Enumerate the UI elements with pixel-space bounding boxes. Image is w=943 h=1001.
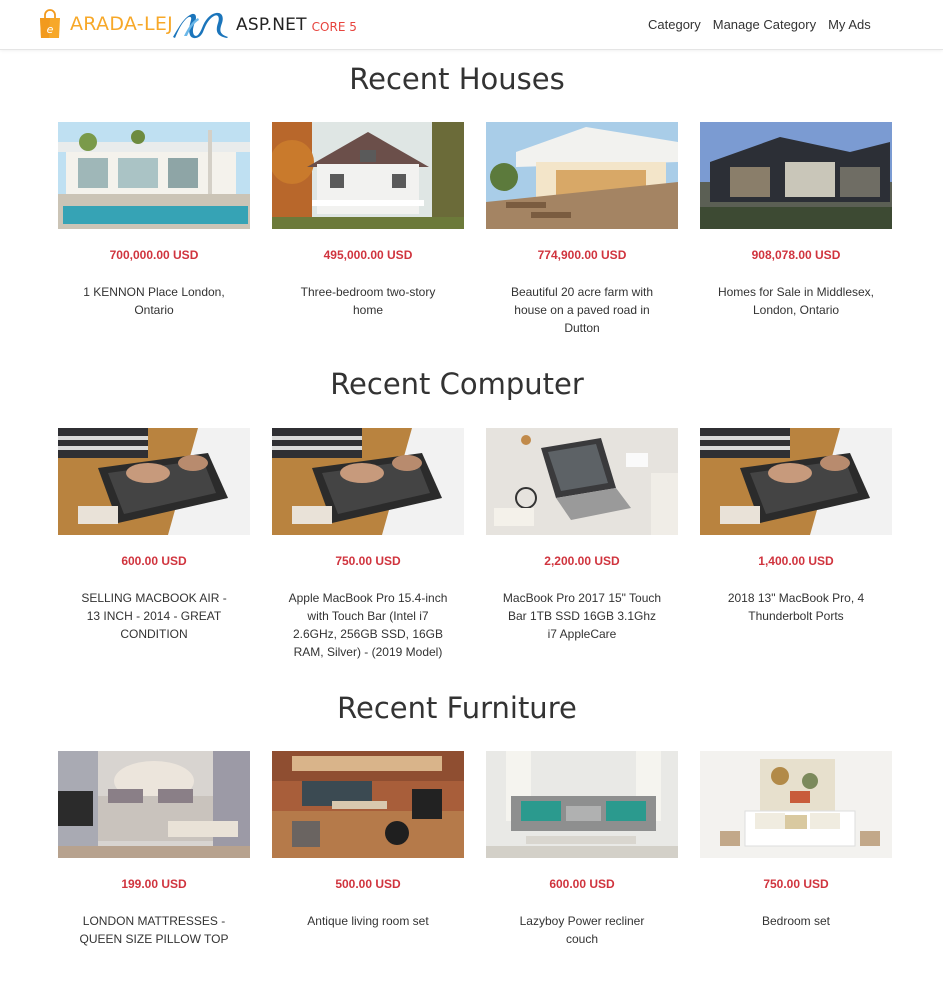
product-image xyxy=(700,122,892,229)
product-price: 199.00 USD xyxy=(121,877,187,891)
product-image xyxy=(58,122,250,229)
aspnet-label: ASP.NET xyxy=(236,15,307,35)
shopping-bag-icon: e xyxy=(40,9,60,38)
furniture-card-row: 199.00 USD LONDON MATTRESSES - QUEEN SIZ… xyxy=(58,751,898,1001)
product-title[interactable]: Antique living room set xyxy=(288,912,448,930)
main-nav: Category Manage Category My Ads xyxy=(648,17,883,32)
product-title[interactable]: Bedroom set xyxy=(716,912,876,930)
product-title[interactable]: 1 KENNON Place London, Ontario xyxy=(74,283,234,319)
product-title[interactable]: Apple MacBook Pro 15.4-inch with Touch B… xyxy=(288,589,448,661)
product-title[interactable]: 2018 13" MacBook Pro, 4 Thunderbolt Port… xyxy=(716,589,876,625)
product-card[interactable]: 2,200.00 USD MacBook Pro 2017 15" Touch … xyxy=(486,428,678,643)
product-card[interactable]: 600.00 USD Lazyboy Power recliner couch xyxy=(486,751,678,948)
product-price: 908,078.00 USD xyxy=(751,248,841,262)
product-title[interactable]: LONDON MATTRESSES - QUEEN SIZE PILLOW TO… xyxy=(74,912,234,948)
product-title[interactable]: SELLING MACBOOK AIR - 13 INCH - 2014 - G… xyxy=(74,589,234,643)
product-price: 1,400.00 USD xyxy=(758,554,834,568)
product-image xyxy=(58,428,250,535)
computer-card-row: 600.00 USD SELLING MACBOOK AIR - 13 INCH… xyxy=(58,428,898,678)
product-image xyxy=(486,122,678,229)
houses-card-row: 700,000.00 USD 1 KENNON Place London, On… xyxy=(58,122,898,372)
aspnet-swoosh-icon xyxy=(173,12,228,39)
svg-text:e: e xyxy=(47,23,54,36)
product-image xyxy=(700,428,892,535)
product-card[interactable]: 750.00 USD Bedroom set xyxy=(700,751,892,930)
brand-name: ARADA-LEJ xyxy=(70,13,174,35)
product-image xyxy=(486,428,678,535)
product-price: 774,900.00 USD xyxy=(537,248,627,262)
product-card[interactable]: 495,000.00 USD Three-bedroom two-story h… xyxy=(272,122,464,319)
product-title[interactable]: MacBook Pro 2017 15" Touch Bar 1TB SSD 1… xyxy=(502,589,662,643)
nav-manage-category[interactable]: Manage Category xyxy=(713,17,816,32)
product-card[interactable]: 1,400.00 USD 2018 13" MacBook Pro, 4 Thu… xyxy=(700,428,892,625)
product-image xyxy=(58,751,250,858)
product-image xyxy=(272,428,464,535)
nav-my-ads[interactable]: My Ads xyxy=(828,17,871,32)
aspnet-core-logo: ASP.NET CORE 5 xyxy=(172,11,357,39)
product-image xyxy=(486,751,678,858)
product-price: 700,000.00 USD xyxy=(109,248,199,262)
product-price: 750.00 USD xyxy=(335,554,401,568)
product-card[interactable]: 774,900.00 USD Beautiful 20 acre farm wi… xyxy=(486,122,678,337)
product-title[interactable]: Three-bedroom two-story home xyxy=(288,283,448,319)
product-card[interactable]: 908,078.00 USD Homes for Sale in Middles… xyxy=(700,122,892,319)
product-card[interactable]: 199.00 USD LONDON MATTRESSES - QUEEN SIZ… xyxy=(58,751,250,948)
product-image xyxy=(700,751,892,858)
product-title[interactable]: Lazyboy Power recliner couch xyxy=(502,912,662,948)
product-card[interactable]: 700,000.00 USD 1 KENNON Place London, On… xyxy=(58,122,250,319)
product-price: 750.00 USD xyxy=(763,877,829,891)
section-title-computer: Recent Computer xyxy=(330,367,584,401)
product-title[interactable]: Homes for Sale in Middlesex, London, Ont… xyxy=(716,283,876,319)
top-navbar: e ARADA-LEJ ASP.NET CORE 5 Category Mana… xyxy=(0,0,943,50)
section-title-houses: Recent Houses xyxy=(349,62,565,96)
product-image xyxy=(272,122,464,229)
product-price: 600.00 USD xyxy=(549,877,615,891)
product-price: 500.00 USD xyxy=(335,877,401,891)
product-title[interactable]: Beautiful 20 acre farm with house on a p… xyxy=(502,283,662,337)
product-price: 600.00 USD xyxy=(121,554,187,568)
product-card[interactable]: 500.00 USD Antique living room set xyxy=(272,751,464,930)
product-card[interactable]: 750.00 USD Apple MacBook Pro 15.4-inch w… xyxy=(272,428,464,661)
product-card[interactable]: 600.00 USD SELLING MACBOOK AIR - 13 INCH… xyxy=(58,428,250,643)
product-price: 495,000.00 USD xyxy=(323,248,413,262)
core-version-label: CORE 5 xyxy=(311,19,357,34)
brand-link[interactable]: e ARADA-LEJ xyxy=(38,9,173,39)
product-image xyxy=(272,751,464,858)
section-title-furniture: Recent Furniture xyxy=(337,691,577,725)
product-price: 2,200.00 USD xyxy=(544,554,620,568)
nav-category[interactable]: Category xyxy=(648,17,701,32)
